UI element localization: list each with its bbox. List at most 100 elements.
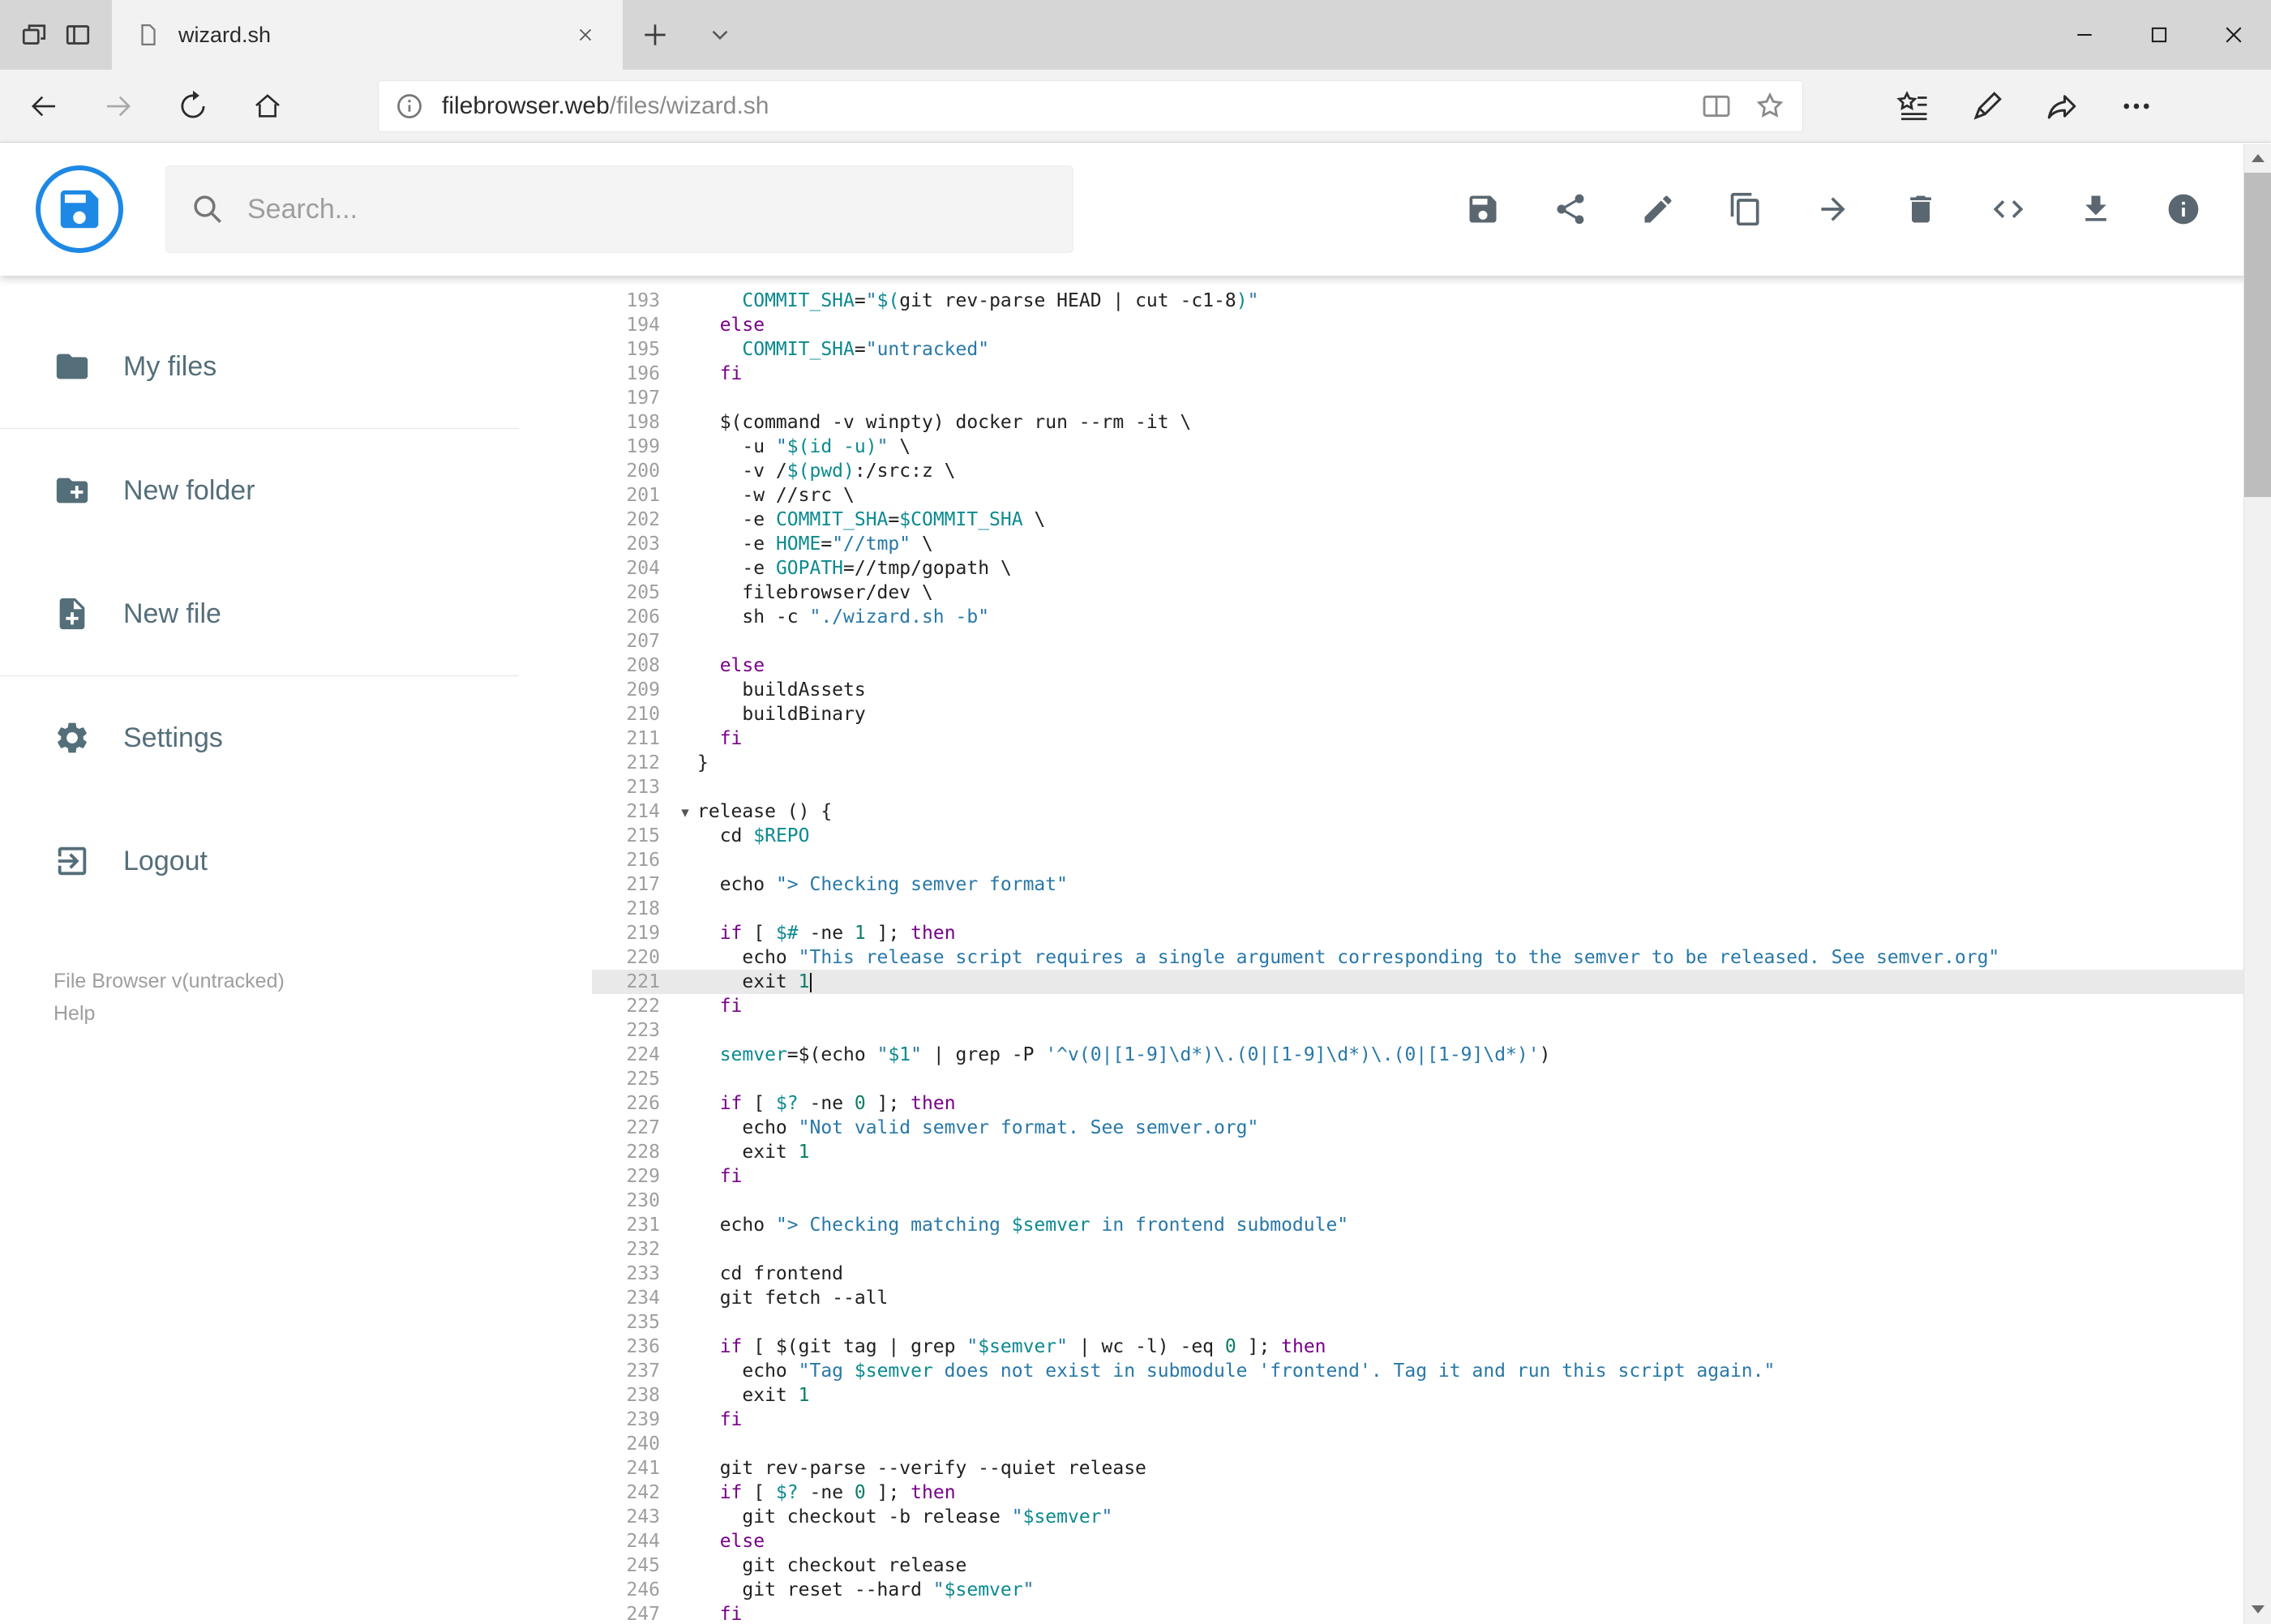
hub-favorites-icon[interactable]	[1875, 70, 1950, 143]
code-line-214[interactable]: 214 ▾ release () {	[592, 799, 2271, 824]
search-box[interactable]	[165, 165, 1073, 253]
code-line-227[interactable]: 227 echo "Not valid semver format. See s…	[592, 1116, 2271, 1140]
code-line-207[interactable]: 207	[592, 629, 2271, 653]
scrollbar-thumb[interactable]	[2244, 173, 2271, 497]
code-line-221[interactable]: 221 exit 1	[592, 970, 2271, 994]
code-line-234[interactable]: 234 git fetch --all	[592, 1286, 2271, 1310]
share-page-icon[interactable]	[2025, 70, 2099, 143]
address-bar[interactable]: filebrowser.web/files/wizard.sh	[378, 79, 1803, 132]
edit-button[interactable]	[1640, 191, 1676, 227]
code-line-218[interactable]: 218	[592, 897, 2271, 921]
code-line-244[interactable]: 244 else	[592, 1529, 2271, 1553]
code-line-241[interactable]: 241 git rev-parse --verify --quiet relea…	[592, 1456, 2271, 1480]
code-line-239[interactable]: 239 fi	[592, 1408, 2271, 1432]
info-button[interactable]	[2166, 191, 2201, 227]
sidebar-item-my-files[interactable]: My files	[0, 305, 592, 428]
code-line-235[interactable]: 235	[592, 1310, 2271, 1335]
minimize-button[interactable]	[2047, 0, 2122, 70]
code-line-200[interactable]: 200 -v /$(pwd):/src:z \	[592, 459, 2271, 483]
more-options-icon[interactable]	[2099, 70, 2174, 143]
code-line-232[interactable]: 232	[592, 1237, 2271, 1262]
code-line-212[interactable]: 212}	[592, 751, 2271, 775]
code-line-223[interactable]: 223	[592, 1018, 2271, 1043]
code-line-193[interactable]: 193 COMMIT_SHA="$(git rev-parse HEAD | c…	[592, 289, 2271, 313]
code-line-202[interactable]: 202 -e COMMIT_SHA=$COMMIT_SHA \	[592, 508, 2271, 532]
code-line-222[interactable]: 222 fi	[592, 994, 2271, 1018]
code-line-220[interactable]: 220 echo "This release script requires a…	[592, 945, 2271, 970]
code-line-224[interactable]: 224 semver=$(echo "$1" | grep -P '^v(0|[…	[592, 1043, 2271, 1067]
code-line-229[interactable]: 229 fi	[592, 1164, 2271, 1189]
code-line-226[interactable]: 226 if [ $? -ne 0 ]; then	[592, 1091, 2271, 1116]
code-line-233[interactable]: 233 cd frontend	[592, 1262, 2271, 1286]
delete-button[interactable]	[1903, 191, 1939, 227]
code-line-197[interactable]: 197	[592, 386, 2271, 410]
code-line-211[interactable]: 211 fi	[592, 726, 2271, 751]
code-line-204[interactable]: 204 -e GOPATH=//tmp/gopath \	[592, 556, 2271, 581]
code-line-238[interactable]: 238 exit 1	[592, 1383, 2271, 1408]
code-line-230[interactable]: 230	[592, 1189, 2271, 1213]
page-scrollbar[interactable]	[2243, 144, 2271, 1624]
filebrowser-logo[interactable]	[36, 165, 123, 253]
code-line-196[interactable]: 196 fi	[592, 362, 2271, 386]
code-line-208[interactable]: 208 else	[592, 653, 2271, 678]
code-line-198[interactable]: 198 $(command -v winpty) docker run --rm…	[592, 410, 2271, 435]
browser-tab-active[interactable]: wizard.sh	[112, 0, 623, 70]
code-line-201[interactable]: 201 -w //src \	[592, 483, 2271, 508]
code-line-216[interactable]: 216	[592, 848, 2271, 872]
code-line-243[interactable]: 243 git checkout -b release "$semver"	[592, 1505, 2271, 1529]
sidebar-item-new-file[interactable]: New file	[0, 552, 592, 675]
code-line-203[interactable]: 203 -e HOME="//tmp" \	[592, 532, 2271, 556]
sidebar-item-new-folder[interactable]: New folder	[0, 429, 592, 552]
download-button[interactable]	[2078, 191, 2114, 227]
favorite-star-icon[interactable]	[1754, 90, 1786, 122]
code-line-194[interactable]: 194 else	[592, 313, 2271, 337]
back-button[interactable]	[6, 70, 81, 143]
raw-view-button[interactable]	[1990, 191, 2026, 227]
close-window-button[interactable]	[2196, 0, 2271, 70]
move-button[interactable]	[1815, 191, 1851, 227]
code-line-237[interactable]: 237 echo "Tag $semver does not exist in …	[592, 1359, 2271, 1383]
code-line-205[interactable]: 205 filebrowser/dev \	[592, 581, 2271, 605]
code-line-236[interactable]: 236 if [ $(git tag | grep "$semver" | wc…	[592, 1335, 2271, 1359]
home-button[interactable]	[230, 70, 305, 143]
sidebar-item-settings[interactable]: Settings	[0, 676, 592, 799]
code-line-242[interactable]: 242 if [ $? -ne 0 ]; then	[592, 1480, 2271, 1505]
forward-button[interactable]	[81, 70, 156, 143]
maximize-button[interactable]	[2122, 0, 2196, 70]
sidebar-item-logout[interactable]: Logout	[0, 799, 592, 923]
code-line-206[interactable]: 206 sh -c "./wizard.sh -b"	[592, 605, 2271, 629]
site-info-icon[interactable]	[395, 92, 424, 121]
code-line-213[interactable]: 213	[592, 775, 2271, 799]
code-line-195[interactable]: 195 COMMIT_SHA="untracked"	[592, 337, 2271, 362]
share-button[interactable]	[1553, 191, 1588, 227]
code-line-217[interactable]: 217 echo "> Checking semver format"	[592, 872, 2271, 897]
code-line-215[interactable]: 215 cd $REPO	[592, 824, 2271, 848]
tab-preview-icon[interactable]	[63, 20, 92, 49]
search-input[interactable]	[247, 193, 1073, 225]
new-tab-button[interactable]	[623, 0, 688, 70]
tab-close-icon[interactable]	[569, 19, 602, 51]
scroll-up-arrow[interactable]	[2244, 144, 2271, 173]
reading-view-icon[interactable]	[1700, 90, 1733, 122]
code-line-240[interactable]: 240	[592, 1432, 2271, 1456]
code-line-225[interactable]: 225	[592, 1067, 2271, 1091]
copy-button[interactable]	[1728, 191, 1763, 227]
code-line-231[interactable]: 231 echo "> Checking matching $semver in…	[592, 1213, 2271, 1237]
code-line-245[interactable]: 245 git checkout release	[592, 1553, 2271, 1578]
scroll-down-arrow[interactable]	[2244, 1595, 2271, 1624]
code-editor[interactable]: 193 COMMIT_SHA="$(git rev-parse HEAD | c…	[592, 276, 2271, 1624]
refresh-button[interactable]	[156, 70, 230, 143]
code-line-210[interactable]: 210 buildBinary	[592, 702, 2271, 726]
tab-preview-chevron-icon[interactable]	[688, 0, 752, 70]
code-line-209[interactable]: 209 buildAssets	[592, 678, 2271, 702]
code-line-199[interactable]: 199 -u "$(id -u)" \	[592, 435, 2271, 459]
code-line-246[interactable]: 246 git reset --hard "$semver"	[592, 1578, 2271, 1602]
web-note-pen-icon[interactable]	[1950, 70, 2025, 143]
code-line-247[interactable]: 247 fi	[592, 1602, 2271, 1624]
code-line-219[interactable]: 219 if [ $# -ne 1 ]; then	[592, 921, 2271, 945]
code-line-228[interactable]: 228 exit 1	[592, 1140, 2271, 1164]
save-button[interactable]	[1465, 191, 1501, 227]
fold-arrow-icon[interactable]: ▾	[673, 800, 697, 825]
help-link[interactable]: Help	[54, 997, 592, 1030]
set-tabs-aside-icon[interactable]	[19, 20, 49, 49]
